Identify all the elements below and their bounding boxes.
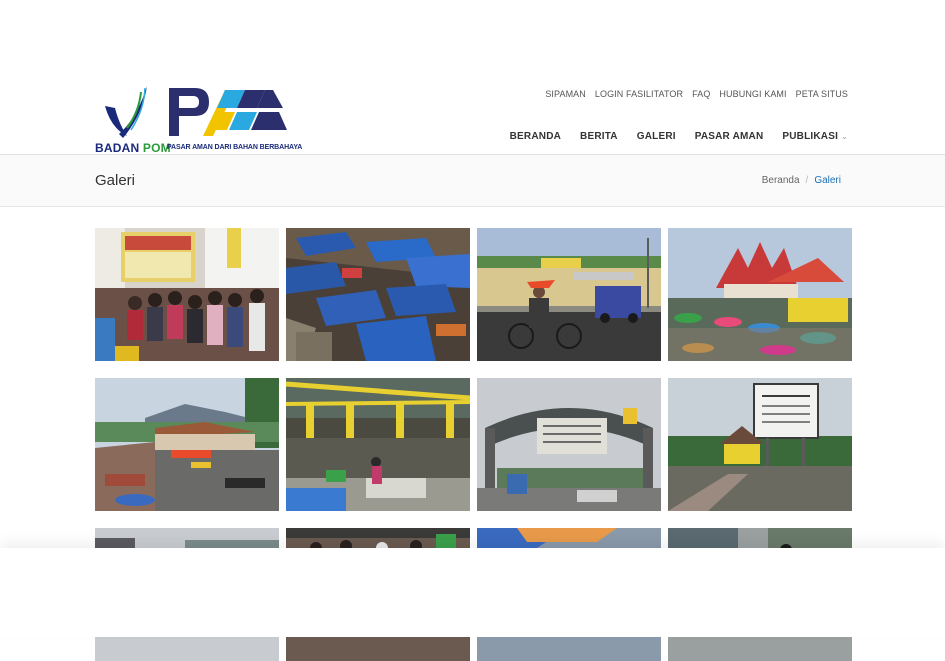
topnav-login-fasilitator-link[interactable]: LOGIN FASILITATOR xyxy=(595,89,683,99)
breadcrumb-home-link[interactable]: Beranda xyxy=(762,175,800,186)
market-yellow-hall-photo xyxy=(286,378,470,511)
market-mountain-view-photo xyxy=(95,378,279,511)
gallery-photo-1[interactable] xyxy=(95,228,279,361)
page-title: Galeri xyxy=(95,172,136,189)
pam-tagline: PASAR AMAN DARI BAHAN BERBAHAYA xyxy=(167,144,303,151)
topnav-peta-situs-link[interactable]: PETA SITUS xyxy=(796,89,848,99)
badan-pom-logo-icon xyxy=(105,86,147,138)
topnav-hubungi-kami-link[interactable]: HUBUNGI KAMI xyxy=(719,89,786,99)
nav-pasar-aman[interactable]: PASAR AMAN xyxy=(695,131,764,142)
topnav-sipaman-link[interactable]: SIPAMAN xyxy=(545,89,586,99)
market-minangkabau-roof-photo xyxy=(668,228,852,361)
market-street-cyclist-photo xyxy=(477,228,661,361)
market-blue-tarps-photo xyxy=(286,228,470,361)
gallery-photo-4[interactable] xyxy=(668,228,852,361)
page: BADAN POM PASAR AMAN DARI BAHAN BERBAHAY… xyxy=(0,0,945,661)
breadcrumb-separator: / xyxy=(805,175,809,186)
gallery-photo-6[interactable] xyxy=(286,378,470,511)
nav-galeri[interactable]: GALERI xyxy=(637,131,676,142)
gallery-photo-2[interactable] xyxy=(286,228,470,361)
top-utility-nav: SIPAMAN LOGIN FASILITATOR FAQ HUBUNGI KA… xyxy=(545,89,848,99)
pam-logo-icon xyxy=(169,88,287,136)
nav-beranda[interactable]: BERANDA xyxy=(510,131,561,142)
bottom-fade xyxy=(0,548,945,637)
site-logo[interactable]: BADAN POM PASAR AMAN DARI BAHAN BERBAHAY… xyxy=(95,84,302,156)
main-nav: BERANDA BERITA GALERI PASAR AMAN PUBLIKA… xyxy=(510,131,848,142)
gallery-photo-7[interactable] xyxy=(477,378,661,511)
topnav-faq-link[interactable]: FAQ xyxy=(692,89,710,99)
badan-pom-wordmark: BADAN POM xyxy=(95,141,171,155)
pasar-induk-lambaro-gate-photo xyxy=(477,378,661,511)
gallery-photo-5[interactable] xyxy=(95,378,279,511)
nav-publikasi-dropdown[interactable]: PUBLIKASI ⌄ xyxy=(782,131,848,142)
pasar-signboard-photo xyxy=(668,378,852,511)
nav-berita[interactable]: BERITA xyxy=(580,131,618,142)
nav-publikasi-label: PUBLIKASI xyxy=(782,131,839,142)
market-event-banner-photo xyxy=(95,228,279,361)
page-title-bar: Galeri Beranda / Galeri xyxy=(0,155,945,207)
gallery-photo-8[interactable] xyxy=(668,378,852,511)
breadcrumb: Beranda / Galeri xyxy=(762,175,841,186)
breadcrumb-current: Galeri xyxy=(814,175,841,186)
gallery-photo-3[interactable] xyxy=(477,228,661,361)
chevron-down-icon: ⌄ xyxy=(841,132,848,141)
